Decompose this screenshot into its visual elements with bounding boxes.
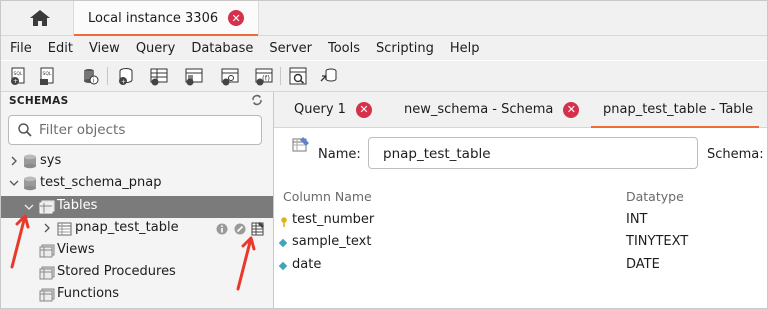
close-tab-icon[interactable]: ✕	[355, 101, 372, 118]
main-toolbar: SQL + SQL i + (f)	[1, 61, 767, 92]
column-datatype: INT	[626, 212, 648, 227]
column-datatype: DATE	[626, 257, 660, 272]
column-diamond-icon	[278, 238, 288, 248]
create-function-icon[interactable]: (f)	[254, 66, 274, 86]
column-datatype: TINYTEXT	[626, 234, 689, 249]
toolbar-separator	[280, 67, 281, 85]
column-row[interactable]: date DATE	[274, 254, 767, 276]
datatype-header[interactable]: Datatype	[626, 189, 684, 204]
connection-tab-bar: Local instance 3306 ✕	[1, 1, 767, 36]
tree-item-tables[interactable]: Tables	[1, 196, 273, 218]
workbench-window: Local instance 3306 ✕ File Edit View Que…	[0, 0, 768, 309]
name-label: Name:	[318, 147, 361, 162]
tab-label: Query 1	[294, 102, 346, 117]
create-schema-icon[interactable]: +	[116, 66, 136, 86]
tree-item-sys[interactable]: sys	[1, 151, 273, 173]
functions-folder-icon	[39, 288, 55, 302]
info-icon[interactable]	[216, 223, 228, 235]
tree-item-test-schema[interactable]: test_schema_pnap	[1, 173, 273, 195]
connection-tab[interactable]: Local instance 3306 ✕	[73, 1, 260, 36]
column-name: sample_text	[292, 234, 372, 249]
navigator-panel: SCHEMAS Filter objects sys test_schema_p…	[1, 92, 274, 308]
create-procedure-icon[interactable]	[220, 66, 240, 86]
tab-new-schema[interactable]: new_schema - Schema ✕	[404, 92, 580, 127]
open-sql-script-icon[interactable]: SQL	[38, 66, 58, 86]
tab-pnap-test-table[interactable]: pnap_test_table - Table	[591, 92, 760, 128]
tree-item-label: pnap_test_table	[75, 220, 179, 235]
menu-tools[interactable]: Tools	[320, 41, 368, 56]
schema-label: Schema:	[707, 147, 764, 162]
table-edit-icon	[292, 136, 310, 154]
create-table-icon[interactable]	[149, 66, 169, 86]
svg-text:+: +	[121, 79, 126, 86]
menu-edit[interactable]: Edit	[40, 41, 81, 56]
menu-database[interactable]: Database	[183, 41, 261, 56]
primary-key-icon	[280, 216, 288, 227]
tab-query-1[interactable]: Query 1 ✕	[294, 92, 372, 127]
tree-item-label: test_schema_pnap	[40, 175, 162, 190]
search-icon	[17, 122, 33, 138]
editor-tab-bar: Query 1 ✕ new_schema - Schema ✕ pnap_tes…	[274, 92, 767, 128]
annotation-arrow-right	[236, 236, 256, 291]
menu-query[interactable]: Query	[128, 41, 184, 56]
inspector-icon[interactable]: i	[80, 66, 100, 86]
chevron-down-icon[interactable]	[24, 202, 34, 212]
close-connection-icon[interactable]: ✕	[228, 10, 245, 26]
schemas-header: SCHEMAS	[9, 95, 69, 107]
menu-server[interactable]: Server	[261, 41, 320, 56]
refresh-icon[interactable]	[251, 94, 263, 106]
chevron-down-icon[interactable]	[9, 178, 19, 188]
svg-text:+: +	[13, 78, 18, 85]
reconnect-icon[interactable]	[319, 66, 339, 86]
tree-item-label: Functions	[57, 286, 120, 301]
column-name: test_number	[292, 212, 375, 227]
home-icon[interactable]	[28, 9, 52, 27]
create-view-icon[interactable]	[184, 66, 204, 86]
menu-help[interactable]: Help	[442, 41, 488, 56]
search-table-data-icon[interactable]	[288, 66, 308, 86]
connection-tab-label: Local instance 3306	[88, 10, 219, 26]
toolbar-separator	[107, 67, 108, 85]
column-row[interactable]: test_number INT	[274, 209, 767, 231]
menu-file[interactable]: File	[1, 41, 40, 56]
views-folder-icon	[39, 244, 55, 258]
tree-item-label: sys	[40, 153, 62, 168]
tree-item-label: Stored Procedures	[57, 264, 176, 279]
editor-panel: Query 1 ✕ new_schema - Schema ✕ pnap_tes…	[274, 92, 767, 308]
tab-label: new_schema - Schema	[404, 102, 554, 117]
new-sql-tab-icon[interactable]: SQL +	[9, 66, 29, 86]
menu-scripting[interactable]: Scripting	[368, 41, 442, 56]
table-name-input[interactable]: pnap_test_table	[368, 137, 698, 169]
menu-view[interactable]: View	[81, 41, 128, 56]
annotation-arrow-left	[10, 214, 30, 269]
procedures-folder-icon	[39, 266, 55, 280]
column-name-header[interactable]: Column Name	[283, 189, 372, 204]
filter-placeholder: Filter objects	[39, 122, 126, 138]
tables-folder-icon	[39, 200, 55, 214]
column-name: date	[292, 257, 322, 272]
column-row[interactable]: sample_text TINYTEXT	[274, 231, 767, 253]
table-name-row: Name: pnap_test_table Schema:	[274, 128, 767, 184]
column-diamond-icon	[278, 261, 288, 271]
tree-item-label: Views	[57, 242, 95, 257]
menu-bar: File Edit View Query Database Server Too…	[1, 36, 767, 60]
close-tab-icon[interactable]: ✕	[563, 101, 580, 118]
svg-text:SQL: SQL	[43, 71, 52, 77]
chevron-right-icon[interactable]	[42, 223, 52, 233]
table-icon	[57, 222, 73, 236]
filter-objects-input[interactable]: Filter objects	[8, 115, 262, 145]
database-icon	[23, 176, 37, 191]
database-icon	[23, 154, 37, 169]
tree-item-label: Tables	[57, 198, 98, 213]
svg-text:SQL: SQL	[14, 71, 23, 77]
chevron-right-icon[interactable]	[9, 156, 19, 166]
tab-label: pnap_test_table - Table	[603, 102, 754, 117]
